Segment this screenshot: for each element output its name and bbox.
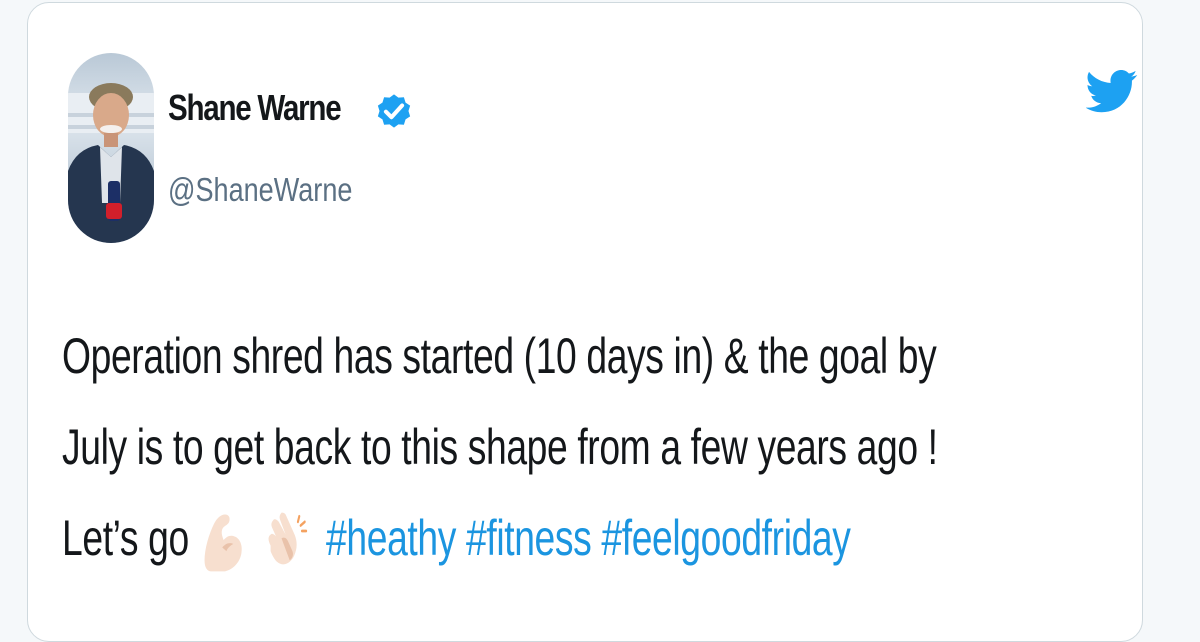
hashtag-heathy[interactable]: #heathy	[326, 510, 456, 566]
clapping-hands-icon	[268, 512, 308, 565]
display-name[interactable]: Shane Warne	[168, 87, 342, 129]
twitter-logo-icon[interactable]	[1086, 65, 1138, 117]
tweet-line-3: Let’s go #heathy #fitness #feelgoodfrida…	[62, 493, 1031, 584]
avatar-photo	[68, 83, 154, 243]
hashtag-feelgoodfriday[interactable]: #feelgoodfriday	[601, 510, 851, 566]
tweet-line-3-text: Let’s go	[62, 510, 189, 566]
tweet-line-1: Operation shred has started (10 days in)…	[62, 328, 937, 384]
tweet-line-2: July is to get back to this shape from a…	[62, 419, 938, 475]
user-handle[interactable]: @ShaneWarne	[168, 171, 352, 209]
flexed-biceps-icon	[204, 514, 242, 572]
hashtag-fitness[interactable]: #fitness	[466, 510, 592, 566]
verified-badge-icon	[377, 94, 411, 128]
tweet-card[interactable]: Shane Warne @ShaneWarne Operation shred …	[27, 2, 1143, 642]
avatar[interactable]	[68, 53, 154, 243]
tweet-text: Operation shred has started (10 days in)…	[62, 311, 1031, 584]
